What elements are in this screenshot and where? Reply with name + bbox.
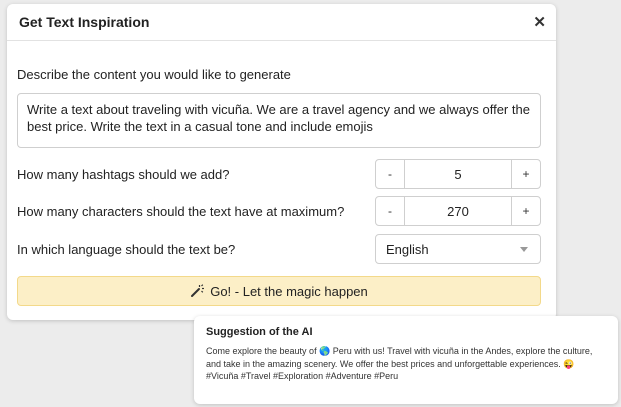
content-description-textarea[interactable]: Write a text about traveling with vicuña… bbox=[17, 93, 541, 148]
magic-wand-icon bbox=[190, 284, 205, 298]
ai-suggestion-card: Suggestion of the AI Come explore the be… bbox=[194, 316, 618, 404]
language-row: In which language should the text be? En… bbox=[17, 234, 541, 264]
hashtags-value-input[interactable]: 5 bbox=[405, 160, 511, 188]
characters-label: How many characters should the text have… bbox=[17, 203, 345, 219]
suggestion-text: Come explore the beauty of 🌎 Peru with u… bbox=[206, 346, 593, 381]
suggestion-title: Suggestion of the AI bbox=[206, 326, 313, 338]
characters-row: How many characters should the text have… bbox=[17, 196, 541, 226]
chevron-down-icon bbox=[520, 246, 528, 252]
dialog-title: Get Text Inspiration bbox=[19, 14, 150, 30]
hashtags-stepper: - 5 + bbox=[375, 159, 541, 189]
hashtags-decrement-button[interactable]: - bbox=[376, 160, 405, 188]
characters-decrement-button[interactable]: - bbox=[376, 197, 405, 225]
characters-value-input[interactable]: 270 bbox=[405, 197, 511, 225]
hashtags-increment-button[interactable]: + bbox=[511, 160, 540, 188]
go-button-label: Go! - Let the magic happen bbox=[210, 283, 368, 299]
language-select[interactable]: English bbox=[375, 234, 541, 264]
characters-stepper: - 270 + bbox=[375, 196, 541, 226]
hashtags-label: How many hashtags should we add? bbox=[17, 166, 230, 182]
content-description-label: Describe the content you would like to g… bbox=[17, 67, 291, 82]
go-generate-button[interactable]: Go! - Let the magic happen bbox=[17, 276, 541, 306]
get-text-inspiration-dialog: Get Text Inspiration ✕ Describe the cont… bbox=[7, 4, 556, 320]
characters-increment-button[interactable]: + bbox=[511, 197, 540, 225]
language-selected-value: English bbox=[386, 241, 429, 257]
dialog-body: Describe the content you would like to g… bbox=[7, 67, 556, 306]
hashtags-row: How many hashtags should we add? - 5 + bbox=[17, 159, 541, 189]
language-label: In which language should the text be? bbox=[17, 241, 236, 257]
dialog-header: Get Text Inspiration ✕ bbox=[7, 4, 556, 41]
close-icon[interactable]: ✕ bbox=[533, 15, 546, 30]
